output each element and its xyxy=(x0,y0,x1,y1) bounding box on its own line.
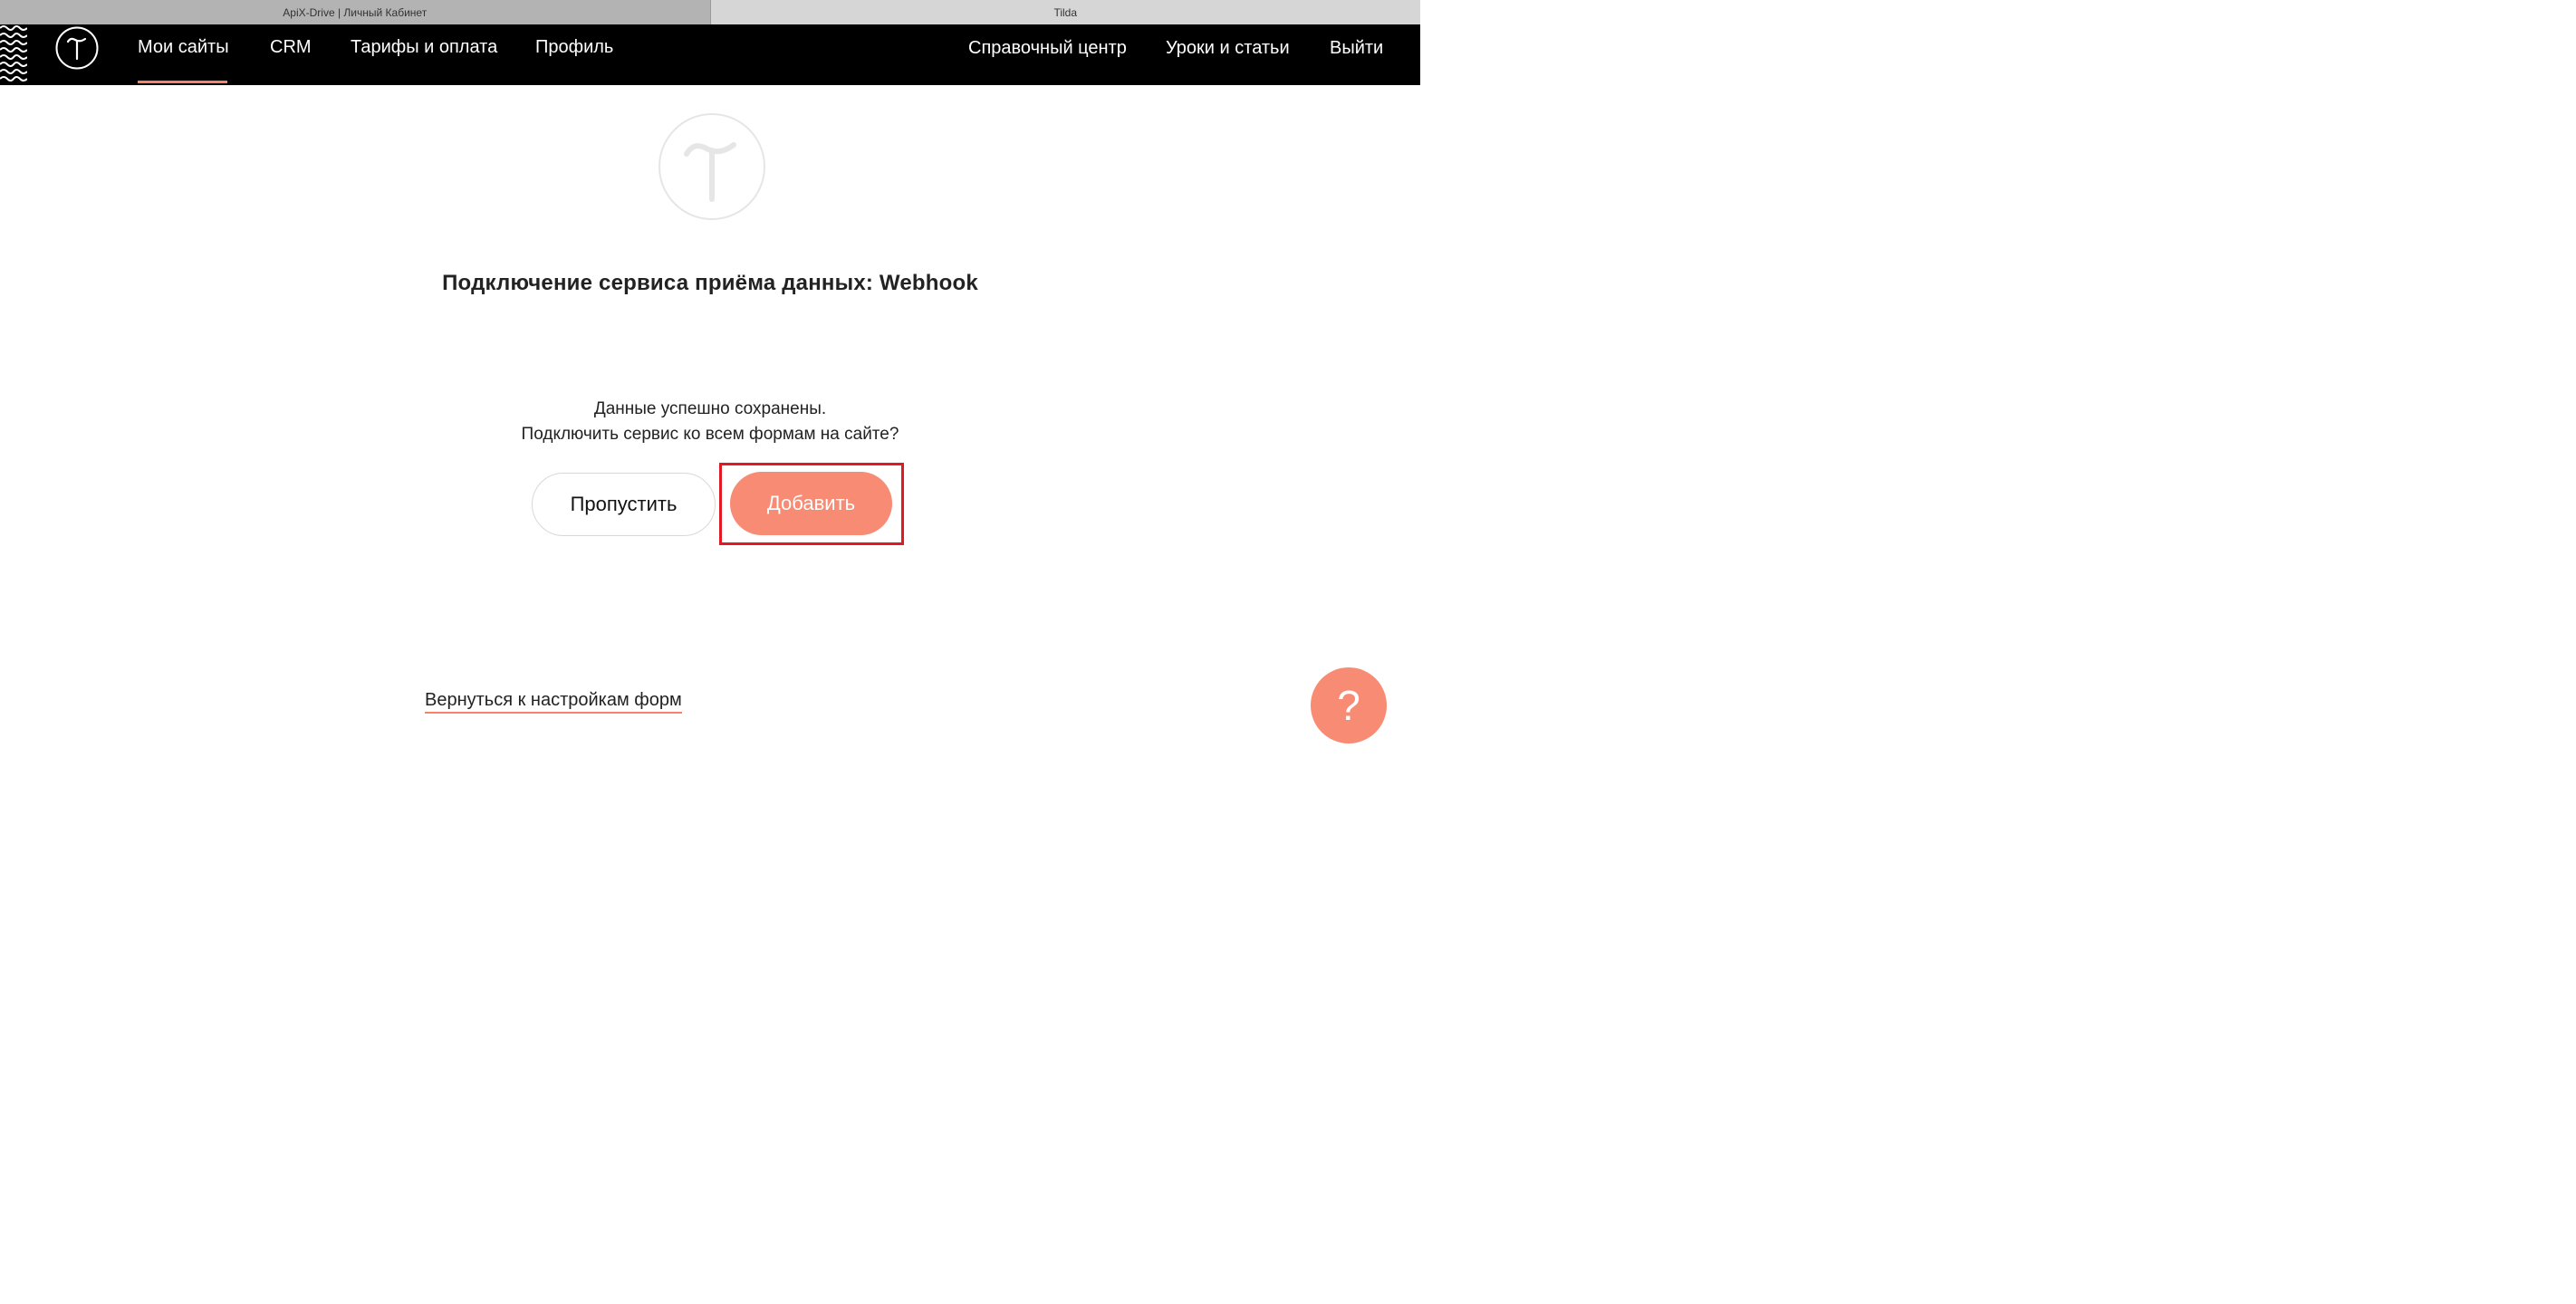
tilda-logo-icon[interactable] xyxy=(55,26,99,70)
page-title: Подключение сервиса приёма данных: Webho… xyxy=(442,271,978,295)
nav-logout[interactable]: Выйти xyxy=(1330,24,1383,85)
nav-lessons[interactable]: Уроки и статьи xyxy=(1166,24,1290,85)
skip-button[interactable]: Пропустить xyxy=(532,473,716,536)
skip-button-label: Пропустить xyxy=(570,493,678,515)
zigzag-pattern-icon xyxy=(0,25,27,82)
browser-tabbar: ApiX-Drive | Личный Кабинет Tilda xyxy=(0,0,1420,24)
browser-tab-label: Tilda xyxy=(1053,5,1078,19)
nav-profile[interactable]: Профиль xyxy=(535,24,613,85)
question-icon: ? xyxy=(1337,682,1360,729)
success-message: Данные успешно сохранены. xyxy=(593,399,827,418)
browser-tab-label: ApiX-Drive | Личный Кабинет xyxy=(283,5,428,19)
active-nav-indicator xyxy=(138,81,227,83)
tilda-logo-icon xyxy=(658,113,765,220)
nav-help-center[interactable]: Справочный центр xyxy=(968,24,1127,85)
nav-my-sites[interactable]: Мои сайты xyxy=(138,24,229,85)
nav-crm[interactable]: CRM xyxy=(270,24,312,85)
back-to-form-settings-link[interactable]: Вернуться к настройкам форм xyxy=(425,688,682,714)
top-navbar: Мои сайты CRM Тарифы и оплата Профиль Сп… xyxy=(0,24,1420,85)
connect-question: Подключить сервис ко всем формам на сайт… xyxy=(521,425,899,444)
highlight-box xyxy=(719,463,904,545)
browser-tab-apix[interactable]: ApiX-Drive | Личный Кабинет xyxy=(0,0,711,24)
help-button[interactable]: ? xyxy=(1311,667,1387,743)
browser-tab-tilda[interactable]: Tilda xyxy=(710,0,1420,24)
nav-tariffs[interactable]: Тарифы и оплата xyxy=(351,24,497,85)
